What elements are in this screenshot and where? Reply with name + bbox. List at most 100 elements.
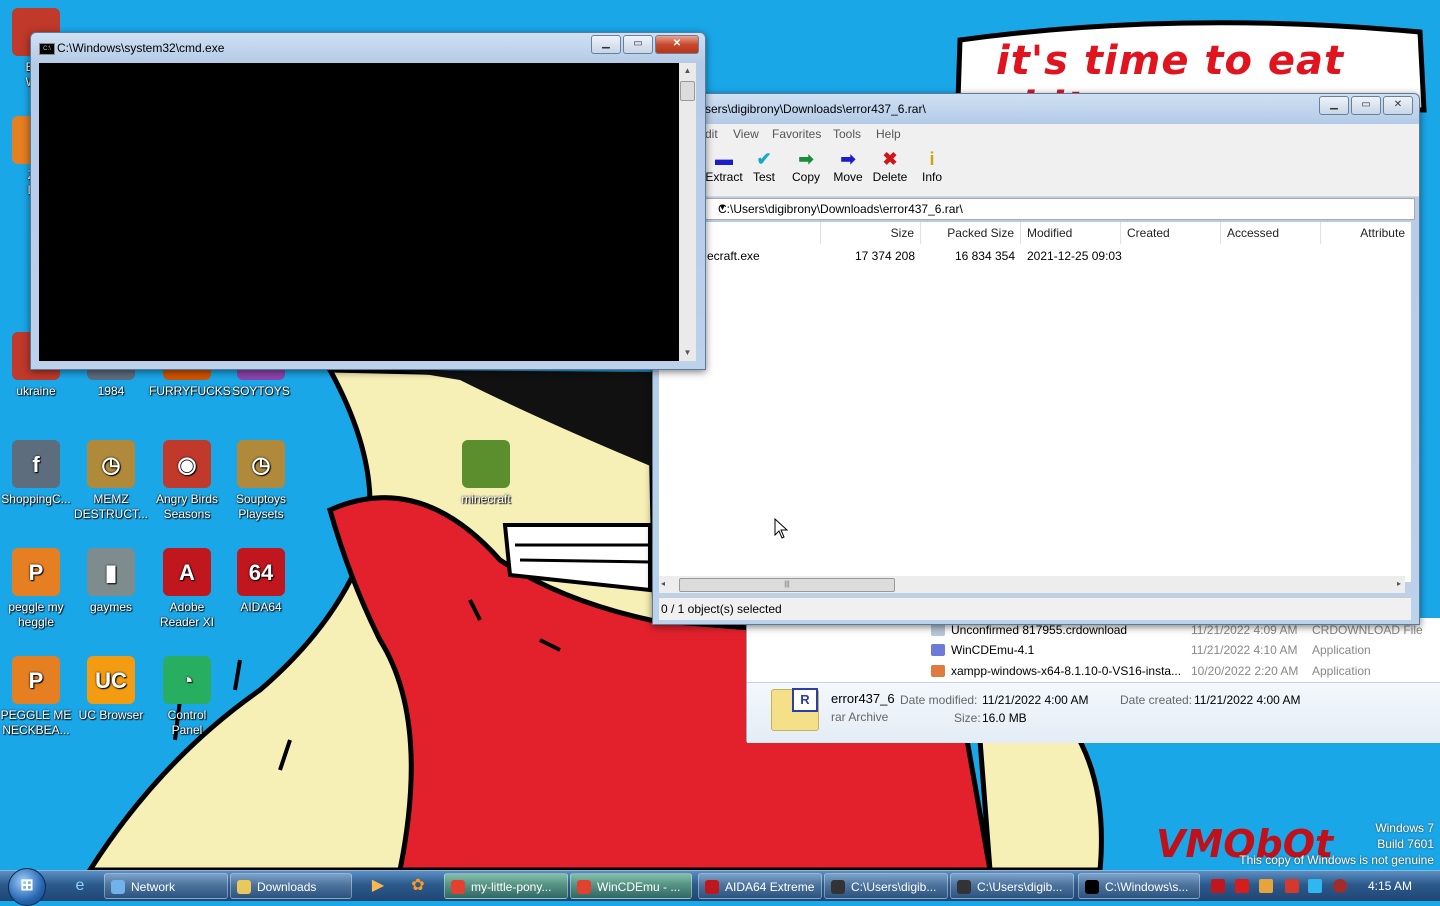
cmd-icon xyxy=(1085,880,1099,894)
watermark-line: Windows 7 xyxy=(1375,821,1434,835)
app-icon xyxy=(931,644,945,656)
extract-button[interactable]: ▬ Extract xyxy=(703,148,745,184)
desktop-icon[interactable]: minecraft xyxy=(448,440,524,507)
taskbar-button[interactable]: Network xyxy=(104,873,228,899)
start-button[interactable]: ⊞ xyxy=(8,868,46,906)
archive-entry-name[interactable]: ecraft.exe xyxy=(707,249,760,263)
info-button[interactable]: i Info xyxy=(911,148,953,184)
explorer-window: Unconfirmed 817955.crdownload 11/21/2022… xyxy=(746,618,1440,743)
folder-icon xyxy=(237,880,251,894)
flag-tray-icon[interactable] xyxy=(1285,879,1299,893)
desktop-icon[interactable]: ◷ MEMZ DESTRUCT... xyxy=(73,440,149,522)
copy-button[interactable]: ➡ Copy xyxy=(785,148,827,184)
desktop-icon-label: minecraft xyxy=(461,492,511,506)
cmd-icon: C:\ xyxy=(39,43,55,55)
scroll-right-arrow[interactable]: ▸ xyxy=(1397,576,1401,592)
7zip-window[interactable]: sers\digibrony\Downloads\error437_6.rar\… xyxy=(652,93,1420,625)
file-name: WinCDEmu-4.1 xyxy=(951,643,1035,657)
scroll-thumb[interactable] xyxy=(680,81,695,101)
app-icon xyxy=(931,665,945,677)
aida64-icon xyxy=(705,880,719,894)
desktop-icon-label: PEGGLE ME NECKBEA... xyxy=(0,708,72,737)
column-header-packed-size[interactable]: Packed Size xyxy=(921,222,1021,244)
minimize-button[interactable]: ▁ xyxy=(1319,96,1349,115)
maximize-button[interactable]: ▭ xyxy=(623,35,653,54)
chevron-down-icon[interactable]: ▼ xyxy=(718,202,1408,212)
horizontal-scrollbar[interactable]: ◂ ||| ▸ xyxy=(659,576,1405,593)
taskbar-button[interactable]: AIDA64 Extreme xyxy=(698,873,822,899)
desktop-icon[interactable]: Ppeggle my heggle xyxy=(0,548,74,630)
menu-tools[interactable]: Tools xyxy=(833,127,861,141)
menu-favorites[interactable]: Favorites xyxy=(772,127,821,141)
desktop-icon[interactable]: P PEGGLE ME NECKBEA... xyxy=(0,656,74,738)
scroll-down-arrow[interactable]: ▼ xyxy=(679,345,696,361)
details-size-value: 16.0 MB xyxy=(982,711,1027,725)
test-button[interactable]: ✔ Test xyxy=(743,148,785,184)
menu-help[interactable]: Help xyxy=(876,127,901,141)
desktop-icon[interactable]: ◉ Angry Birds Seasons xyxy=(149,440,225,522)
move-button[interactable]: ➡ Move xyxy=(827,148,869,184)
volume-tray-icon[interactable] xyxy=(1333,879,1347,893)
delete-button[interactable]: ✖ Delete xyxy=(869,148,911,184)
console-output[interactable] xyxy=(39,63,679,361)
desktop-icon[interactable]: UC UC Browser xyxy=(73,656,149,723)
cmd-window[interactable]: C:\ C:\Windows\system32\cmd.exe ▁ ▭ ✕ ▲ … xyxy=(30,32,706,370)
v-tray-icon[interactable] xyxy=(1235,879,1249,893)
menu-view[interactable]: View xyxy=(733,127,759,141)
menu-edit[interactable]: dit xyxy=(705,127,718,141)
taskbar-button-label: C:\Users\digib... xyxy=(977,880,1063,894)
address-bar[interactable]: C:\Users\digibrony\Downloads\error437_6.… xyxy=(657,198,1415,220)
scroll-thumb[interactable]: ||| xyxy=(679,578,895,592)
column-header-size[interactable]: Size xyxy=(821,222,921,244)
column-header-attributes[interactable]: Attribute xyxy=(1321,222,1411,244)
7zip-title-bar[interactable]: sers\digibrony\Downloads\error437_6.rar\… xyxy=(653,94,1419,122)
desktop-icon[interactable]: f ShoppingC... xyxy=(0,440,74,507)
file-row[interactable]: WinCDEmu-4.1 11/21/2022 4:10 AM Applicat… xyxy=(931,640,1371,660)
copy-icon: ➡ xyxy=(798,149,814,169)
column-header-created[interactable]: Created xyxy=(1121,222,1221,244)
search-tray-icon[interactable] xyxy=(1259,879,1273,893)
minimize-button[interactable]: ▁ xyxy=(591,35,621,54)
chrome-icon xyxy=(451,880,465,894)
scroll-left-arrow[interactable]: ◂ xyxy=(661,576,665,592)
rar-archive-icon: R xyxy=(771,688,819,731)
internet-explorer-icon[interactable]: e xyxy=(66,873,94,899)
desktop-icon[interactable]: 64 AIDA64 xyxy=(223,548,299,615)
aida64-tray-icon[interactable] xyxy=(1211,879,1225,893)
media-player-icon[interactable]: ▶ xyxy=(364,873,392,899)
cmd-title-bar[interactable]: C:\ C:\Windows\system32\cmd.exe ▁ ▭ ✕ xyxy=(31,33,705,61)
shortcut-icon: f xyxy=(12,440,60,488)
toolbar-button-label: Test xyxy=(752,170,775,184)
archive-file-list[interactable]: Size Packed Size Modified Created Access… xyxy=(659,222,1411,582)
desktop-icon[interactable]: ◔ Control Panel xyxy=(149,656,225,738)
file-row[interactable]: xampp-windows-x64-8.1.10-0-VS16-insta...… xyxy=(931,661,1371,681)
taskbar-clock[interactable]: 4:15 AM xyxy=(1368,879,1412,893)
close-button[interactable]: ✕ xyxy=(1383,96,1413,115)
toolbar-button-label: Copy xyxy=(791,170,820,184)
taskbar-button[interactable]: WinCDEmu - ... xyxy=(570,873,692,899)
column-header-modified[interactable]: Modified xyxy=(1021,222,1121,244)
taskbar-button[interactable]: Downloads xyxy=(230,873,352,899)
desktop-icon[interactable]: ▮ gaymes xyxy=(73,548,149,615)
file-icon xyxy=(931,624,945,636)
toolbar-button-label: Extract xyxy=(705,170,743,184)
file-name: xampp-windows-x64-8.1.10-0-VS16-insta... xyxy=(951,664,1182,678)
taskbar-button[interactable]: C:\Users\digib... xyxy=(824,873,948,899)
info-icon: i xyxy=(929,149,935,169)
toolbar-button-label: Info xyxy=(921,170,942,184)
vertical-scrollbar[interactable]: ▲ ▼ xyxy=(679,63,696,361)
taskbar-button[interactable]: C:\Windows\s... xyxy=(1078,873,1200,899)
scroll-up-arrow[interactable]: ▲ xyxy=(679,63,696,79)
network-icon xyxy=(111,880,125,894)
taskbar-button-label: C:\Windows\s... xyxy=(1105,880,1189,894)
network-tray-icon[interactable] xyxy=(1308,879,1322,893)
taskbar-button[interactable]: C:\Users\digib... xyxy=(950,873,1074,899)
taskbar-button[interactable]: my-little-pony... xyxy=(444,873,568,899)
desktop-icon[interactable]: A Adobe Reader XI xyxy=(149,548,225,630)
details-modified-value: 11/21/2022 4:00 AM xyxy=(982,693,1089,707)
column-header-accessed[interactable]: Accessed xyxy=(1221,222,1321,244)
uc-browser-icon[interactable]: ✿ xyxy=(404,873,432,899)
close-button[interactable]: ✕ xyxy=(655,35,699,54)
desktop-icon[interactable]: ◷ Souptoys Playsets xyxy=(223,440,299,522)
maximize-button[interactable]: ▭ xyxy=(1351,96,1381,115)
